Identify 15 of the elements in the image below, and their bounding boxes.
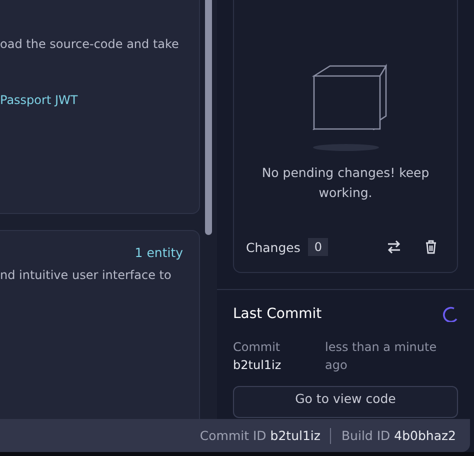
commit-id: b2tul1iz xyxy=(233,357,282,374)
commit-time: less than a minute ago xyxy=(325,339,438,374)
tag-text: Passport JWT xyxy=(0,93,79,107)
changes-label: Changes xyxy=(246,240,300,254)
status-item: Commit ID b2tul1iz xyxy=(200,428,320,443)
scrollbar-thumb[interactable] xyxy=(205,0,212,235)
section-title: Last Commit xyxy=(233,306,322,322)
commit-label: Commit xyxy=(233,339,282,356)
description-text: nd intuitive user interface to xyxy=(0,268,172,282)
changes-count: 0 xyxy=(308,238,328,256)
description-text: oad the source-code and take xyxy=(0,37,180,51)
status-item: Build ID 4b0bhaz2 xyxy=(341,428,456,443)
empty-message: No pending changes! keep working. xyxy=(260,164,430,202)
view-code-button[interactable]: Go to view code xyxy=(233,386,458,418)
entity-count: 1 entity xyxy=(134,245,183,260)
